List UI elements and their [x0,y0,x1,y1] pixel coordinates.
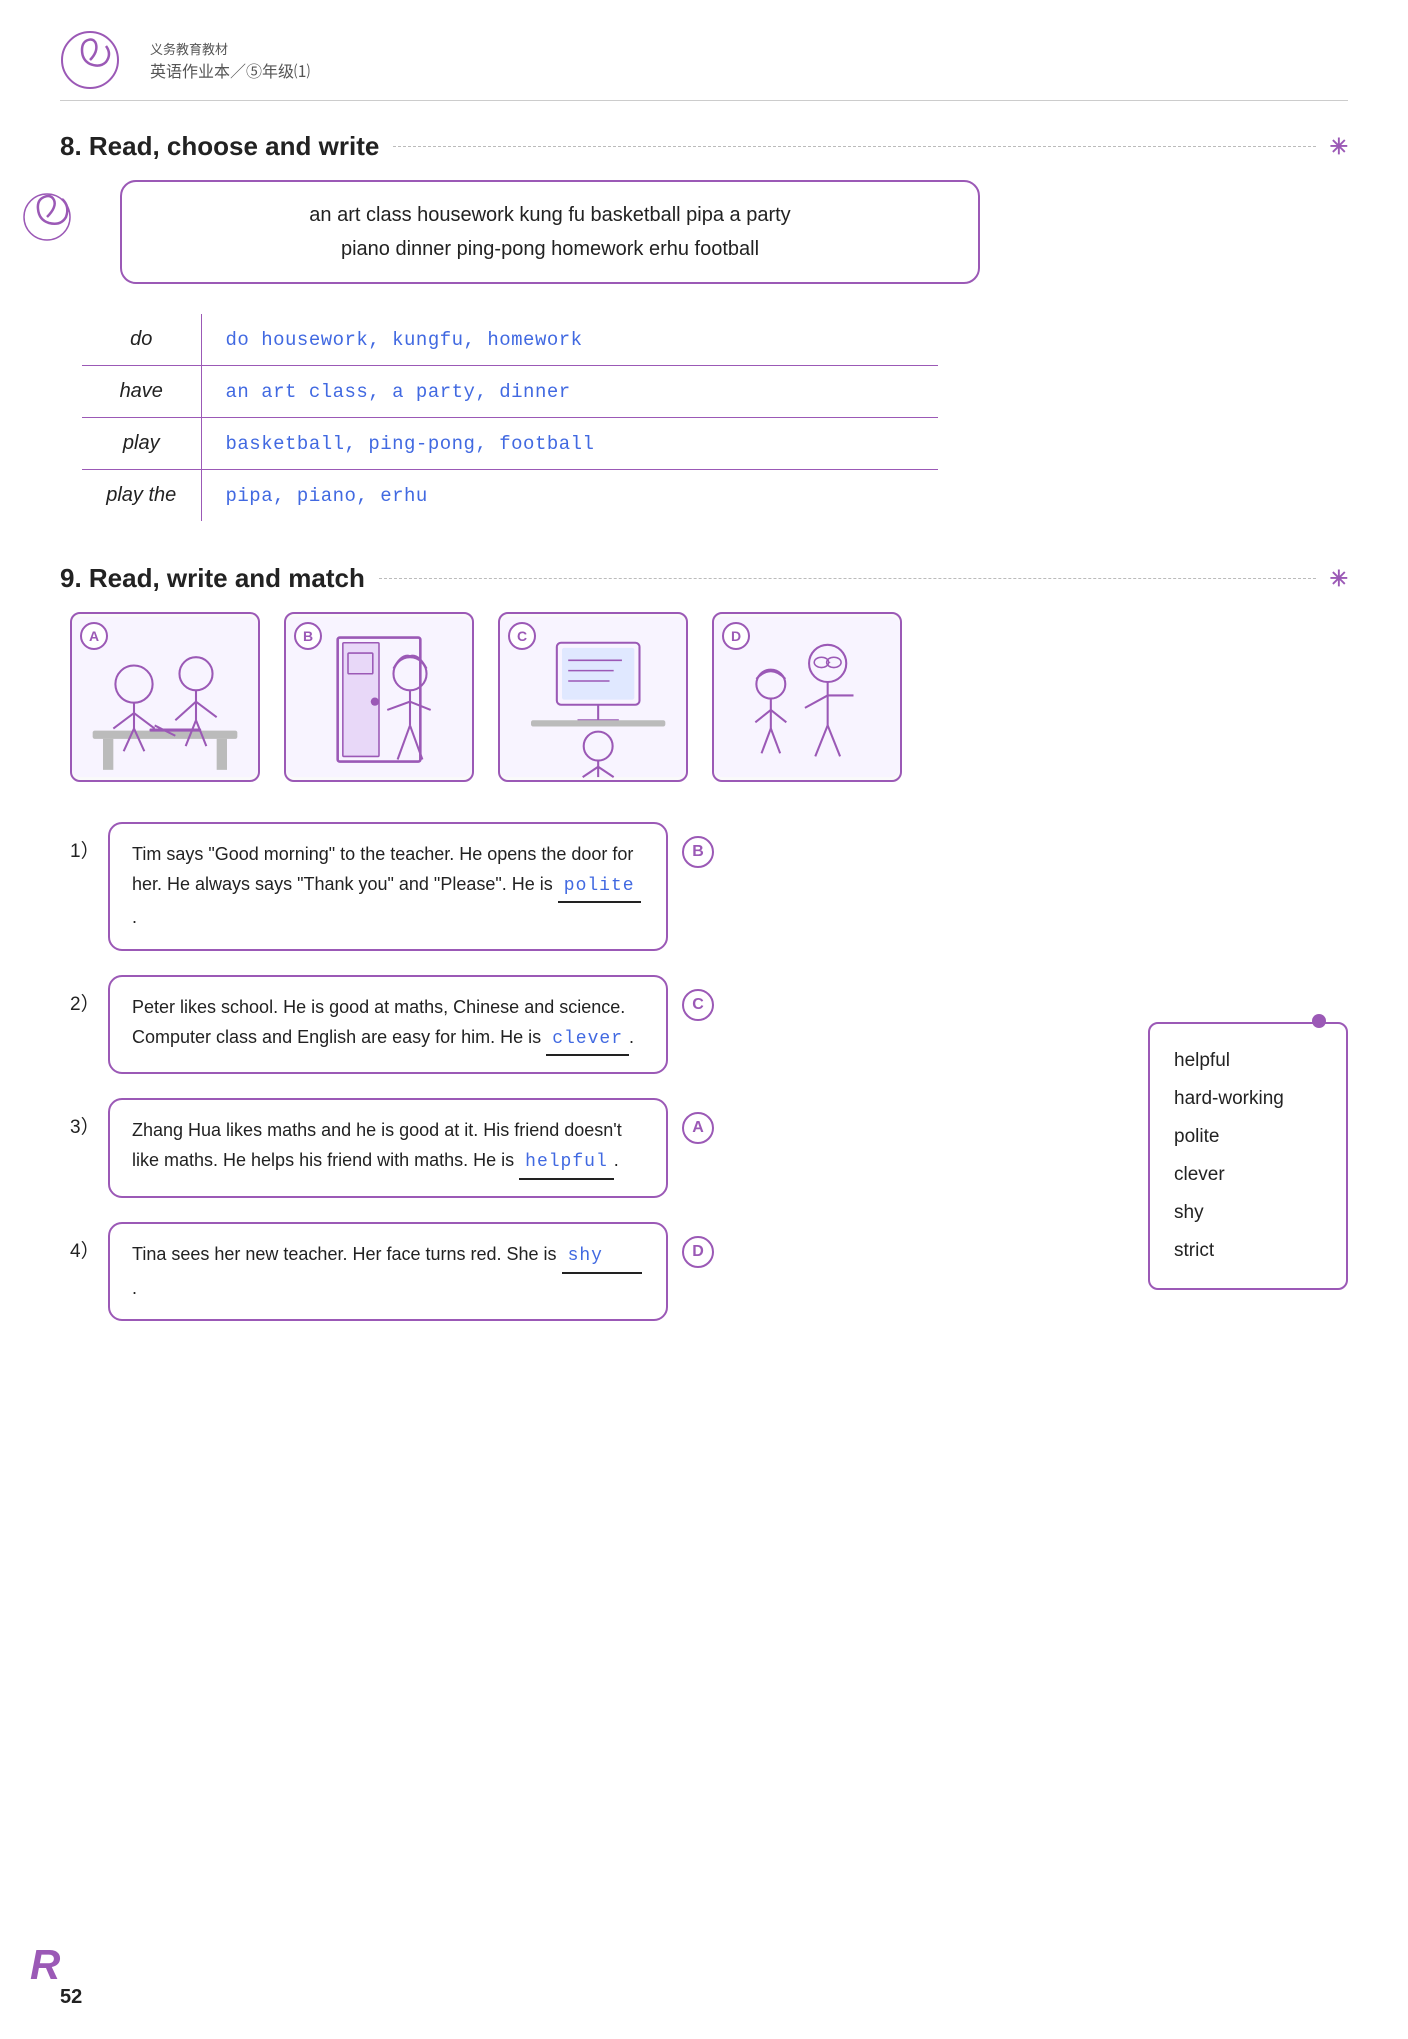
section8-title: 8. Read, choose and write ✳ [60,131,1348,162]
logo-icon [60,30,120,90]
section9-title: 9. Read, write and match ✳ [60,563,1348,594]
word-list-item: helpful [1174,1042,1322,1080]
story-number: 3） [70,1098,108,1139]
story-box-3: Zhang Hua likes maths and he is good at … [108,1098,668,1197]
word-list-item: shy [1174,1194,1322,1232]
spiral-decoration [22,192,72,242]
vocab-table: dodo housework, kungfu, homeworkhavean a… [80,312,940,523]
story-number: 1） [70,822,108,863]
story-answer[interactable]: clever [546,1025,629,1057]
word-bank-box: an art class housework kung fu basketbal… [120,180,980,284]
story-text: Tina sees her new teacher. Her face turn… [132,1244,562,1264]
word-list-item: polite [1174,1118,1322,1156]
asterisk-icon-9: ✳ [1330,566,1348,592]
story-text-after: . [132,907,137,927]
page-header: 义务教育教材 英语作业本／⑤年级⑴ [60,30,1348,101]
image-label-c: C [508,622,536,650]
image-box-c: C [498,612,688,782]
table-verb-cell: do [81,313,201,366]
table-items-cell: do housework, kungfu, homework [201,313,939,366]
match-circle[interactable]: D [682,1236,714,1268]
table-items-cell: pipa, piano, erhu [201,470,939,523]
word-list-item: clever [1174,1156,1322,1194]
word-bank-line1: an art class housework kung fu basketbal… [152,198,948,232]
r-decoration: R [30,1941,60,1989]
header-title: 英语作业本／⑤年级⑴ [150,58,310,82]
story-box-4: Tina sees her new teacher. Her face turn… [108,1222,668,1321]
match-circle[interactable]: A [682,1112,714,1144]
image-box-b: B [284,612,474,782]
story-row-1: 1）Tim says "Good morning" to the teacher… [70,822,1358,951]
image-box-a: A [70,612,260,782]
table-items-cell: an art class, a party, dinner [201,366,939,418]
story-box-1: Tim says "Good morning" to the teacher. … [108,822,668,951]
image-label-a: A [80,622,108,650]
story-box-2: Peter likes school. He is good at maths,… [108,975,668,1074]
match-circle[interactable]: B [682,836,714,868]
story-text-after: . [132,1278,137,1298]
images-row: A B C [70,612,1348,782]
match-circle[interactable]: C [682,989,714,1021]
logo-area: 义务教育教材 英语作业本／⑤年级⑴ [150,39,310,82]
story-answer[interactable]: helpful [519,1148,614,1180]
table-items-cell: basketball, ping-pong, football [201,418,939,470]
story-number: 4） [70,1222,108,1263]
asterisk-icon: ✳ [1330,134,1348,160]
story-text-after: . [614,1150,619,1170]
section-divider-9 [379,578,1316,579]
word-list-box: helpfulhard-workingpoliteclevershystrict [1148,1022,1348,1290]
image-label-b: B [294,622,322,650]
table-verb-cell: play [81,418,201,470]
story-answer[interactable]: shy [562,1242,642,1274]
word-bank-line2: piano dinner ping-pong homework erhu foo… [152,232,948,266]
page-number: 52 [60,1986,82,2009]
header-subtitle: 义务教育教材 [150,39,310,58]
stories-container: 1）Tim says "Good morning" to the teacher… [60,822,1348,1321]
table-verb-cell: have [81,366,201,418]
story-text-after: . [629,1027,634,1047]
word-list-item: strict [1174,1232,1322,1270]
story-number: 2） [70,975,108,1016]
table-verb-cell: play the [81,470,201,523]
image-label-d: D [722,622,750,650]
story-answer[interactable]: polite [558,872,641,904]
word-list-item: hard-working [1174,1080,1322,1118]
image-box-d: D [712,612,902,782]
section-divider [393,146,1315,147]
